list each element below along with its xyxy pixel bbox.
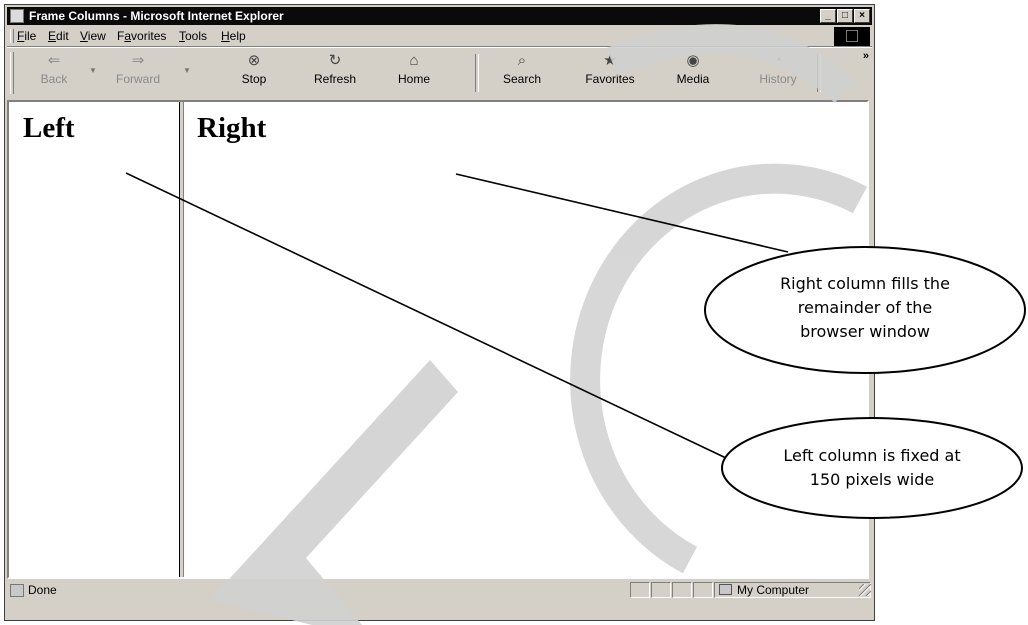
stop-button[interactable]: ⊗ Stop <box>233 50 275 86</box>
forward-button[interactable]: ⇒ Forward <box>111 50 165 86</box>
forward-arrow-icon: ⇒ <box>131 52 145 69</box>
resize-grip[interactable] <box>859 584 871 596</box>
windows-logo-icon <box>846 30 858 42</box>
home-button[interactable]: ⌂ Home <box>391 50 437 86</box>
toolbar-chevron-icon[interactable]: » <box>863 50 869 62</box>
window-title: Frame Columns - Microsoft Internet Explo… <box>29 9 284 23</box>
close-icon[interactable]: × <box>854 9 870 23</box>
home-icon: ⌂ <box>409 52 419 69</box>
menu-tools[interactable]: Tools <box>179 26 207 46</box>
browser-window: Frame Columns - Microsoft Internet Explo… <box>4 4 875 621</box>
toolbar-separator <box>817 54 821 92</box>
menu-favorites[interactable]: Favorites <box>117 26 166 46</box>
ie-window-icon[interactable] <box>10 9 24 23</box>
media-icon: ◉ <box>686 52 700 69</box>
my-computer-icon <box>719 584 732 595</box>
status-text: Done <box>28 583 57 597</box>
status-bar: Done My Computer <box>7 582 872 616</box>
status-pane <box>672 582 692 598</box>
security-zone-label: My Computer <box>737 583 810 597</box>
search-button[interactable]: ⌕ Search <box>497 50 547 86</box>
history-icon: ◔ <box>773 52 783 69</box>
menu-grip[interactable] <box>10 29 14 43</box>
right-frame: Right <box>185 102 867 577</box>
refresh-icon: ↻ <box>328 52 342 69</box>
favorites-button[interactable]: ★ Favorites <box>579 50 641 86</box>
back-button[interactable]: ⇐ Back <box>33 50 75 86</box>
left-frame-heading: Left <box>23 112 75 144</box>
standard-toolbar: ⇐ Back ▼ ⇒ Forward ▼ ⊗ Stop ↻ Refresh ⌂ … <box>7 47 872 98</box>
search-icon: ⌕ <box>517 52 527 69</box>
menu-view[interactable]: View <box>80 26 106 46</box>
history-button[interactable]: ◔ History <box>752 50 804 86</box>
title-bar: Frame Columns - Microsoft Internet Explo… <box>7 7 872 25</box>
favorites-icon: ★ <box>603 52 617 69</box>
status-pane <box>651 582 671 598</box>
minimize-icon[interactable]: _ <box>820 9 836 23</box>
menu-help[interactable]: Help <box>221 26 246 46</box>
windows-logo-throbber <box>834 27 870 46</box>
security-zone-pane: My Computer <box>714 582 871 598</box>
back-dropdown-icon[interactable]: ▼ <box>89 66 97 75</box>
refresh-button[interactable]: ↻ Refresh <box>305 50 365 86</box>
media-button[interactable]: ◉ Media <box>671 50 715 86</box>
toolbar-separator <box>475 54 479 92</box>
menu-bar: File Edit View Favorites Tools Help <box>7 26 872 47</box>
page-done-icon <box>10 584 24 597</box>
toolbar-grip[interactable] <box>10 52 14 94</box>
status-pane <box>630 582 650 598</box>
left-frame: Left <box>9 102 180 577</box>
right-frame-heading: Right <box>197 112 267 144</box>
content-area: Left Right <box>7 100 869 579</box>
menu-edit[interactable]: Edit <box>48 26 69 46</box>
back-arrow-icon: ⇐ <box>47 52 61 69</box>
menu-file[interactable]: File <box>17 26 36 46</box>
maximize-icon[interactable]: □ <box>837 9 853 23</box>
forward-dropdown-icon[interactable]: ▼ <box>183 66 191 75</box>
status-pane <box>693 582 713 598</box>
frame-divider[interactable] <box>180 102 184 577</box>
stop-icon: ⊗ <box>247 52 261 69</box>
